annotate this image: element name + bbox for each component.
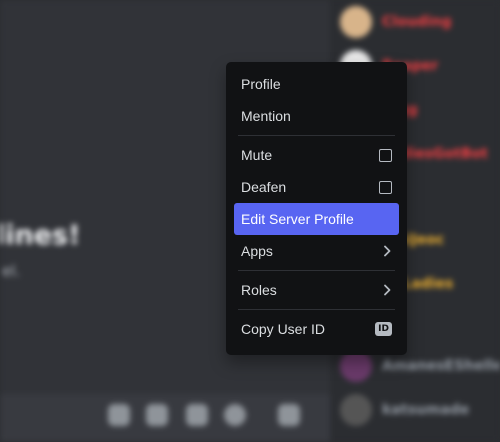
emoji-icon: [224, 404, 246, 426]
mute-checkbox[interactable]: [379, 148, 392, 162]
menu-separator: [238, 270, 395, 271]
member-name: Clouding: [382, 14, 452, 30]
menu-item-label: Mute: [241, 147, 273, 163]
menu-item-mute[interactable]: Mute: [234, 139, 399, 171]
gif-icon: [146, 404, 168, 426]
menu-item-label: Apps: [241, 243, 273, 259]
menu-item-apps[interactable]: Apps: [234, 235, 399, 267]
deafen-checkbox[interactable]: [379, 180, 392, 194]
menu-separator: [238, 135, 395, 136]
menu-item-copy-user-id[interactable]: Copy User ID ID: [234, 313, 399, 345]
menu-item-label: Profile: [241, 76, 281, 92]
menu-item-label: Edit Server Profile: [241, 211, 354, 227]
user-context-menu: Profile Mention Mute Deafen Edit Server …: [226, 62, 407, 355]
apps-grid-icon: [278, 404, 300, 426]
avatar: [340, 6, 372, 38]
menu-item-label: Roles: [241, 282, 277, 298]
menu-separator: [238, 309, 395, 310]
member-name: AmanesEShelles: [382, 358, 500, 374]
gift-icon: [108, 404, 130, 426]
chevron-right-icon: [382, 284, 392, 296]
menu-item-label: Copy User ID: [241, 321, 326, 337]
member-item: katsumade: [338, 392, 500, 428]
menu-item-label: Deafen: [241, 179, 287, 195]
member-item: Clouding: [338, 4, 500, 40]
menu-item-deafen[interactable]: Deafen: [234, 171, 399, 203]
welcome-subtitle: el.: [2, 262, 21, 280]
menu-item-edit-server-profile[interactable]: Edit Server Profile: [234, 203, 399, 235]
chevron-right-icon: [382, 245, 392, 257]
avatar: [340, 394, 372, 426]
menu-item-label: Mention: [241, 108, 291, 124]
menu-item-roles[interactable]: Roles: [234, 274, 399, 306]
sticker-icon: [186, 404, 208, 426]
menu-item-profile[interactable]: Profile: [234, 68, 399, 100]
id-icon: ID: [375, 322, 392, 336]
welcome-title: lines!: [0, 220, 81, 251]
member-name: katsumade: [382, 402, 470, 418]
menu-item-mention[interactable]: Mention: [234, 100, 399, 132]
